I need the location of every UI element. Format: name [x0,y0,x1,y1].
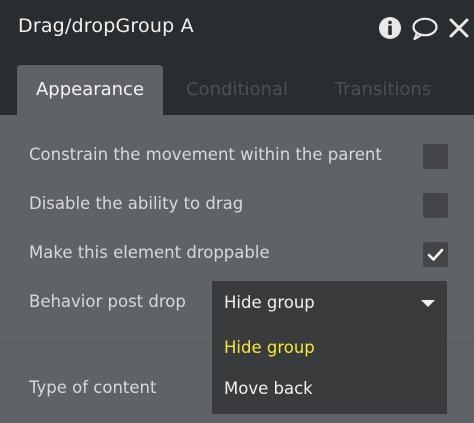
droppable-label: Make this element droppable [29,243,270,262]
tab-bar: Appearance Conditional Transitions [0,58,474,115]
droppable-checkbox[interactable] [423,242,448,267]
panel-header: Drag/dropGroup A [0,0,474,58]
tab-conditional[interactable]: Conditional [178,65,296,115]
menu-item-move-back[interactable]: Move back [224,379,313,398]
panel-title: Drag/dropGroup A [18,15,194,37]
behavior-post-drop-label: Behavior post drop [29,292,186,311]
behavior-dropdown-menu: Hide group Move back [212,326,447,414]
disable-drag-label: Disable the ability to drag [29,194,244,213]
behavior-post-drop-dropdown[interactable]: Hide group [212,281,447,326]
menu-item-hide-group[interactable]: Hide group [224,338,315,357]
constrain-movement-label: Constrain the movement within the parent [29,145,382,164]
close-icon[interactable] [448,17,470,39]
constrain-movement-checkbox[interactable] [423,144,448,169]
caret-down-icon [421,300,435,307]
type-of-content-label: Type of content [29,378,157,397]
tab-transitions[interactable]: Transitions [326,65,440,115]
info-icon[interactable] [378,16,402,40]
disable-drag-checkbox[interactable] [423,193,448,218]
tab-appearance[interactable]: Appearance [17,65,163,115]
checkmark-icon [427,248,444,261]
dropdown-selected-value: Hide group [224,293,315,312]
comment-icon[interactable] [411,17,439,41]
